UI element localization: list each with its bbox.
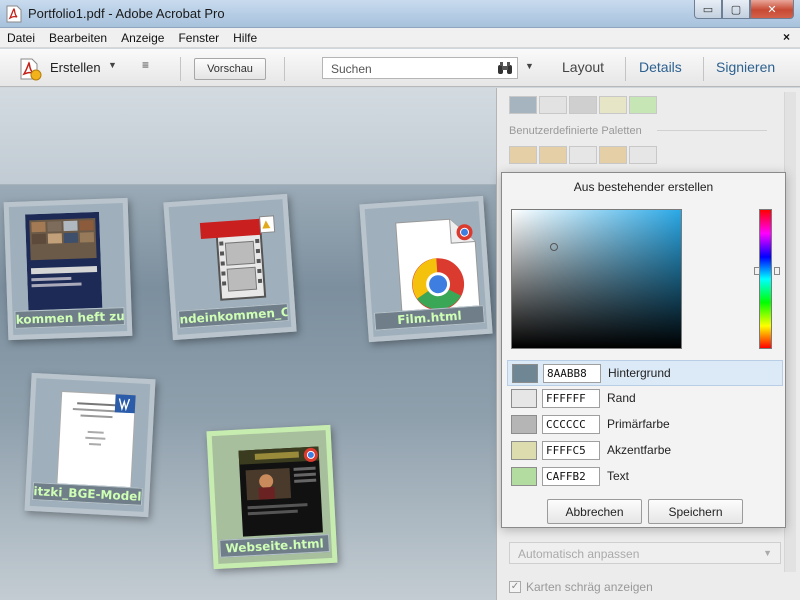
layout-fit-value: Automatisch anpassen <box>518 547 640 561</box>
color-swatch[interactable] <box>511 415 537 434</box>
video-clip-thumbnail <box>199 215 276 301</box>
divider <box>657 130 767 131</box>
portfolio-card-selected[interactable]: Webseite.html <box>206 424 338 570</box>
window-title: Portfolio1.pdf - Adobe Acrobat Pro <box>28 6 225 21</box>
color-row-hintergrund[interactable]: 8AABB8 Hintergrund <box>507 360 783 386</box>
color-swatch[interactable] <box>511 467 537 486</box>
palette-swatch[interactable] <box>539 96 567 114</box>
palette-swatch[interactable] <box>509 96 537 114</box>
portfolio-canvas[interactable]: kommen heft zun ndeinkommen_Clip.f Film.… <box>0 88 496 600</box>
card-label: ndeinkommen_Clip.f <box>177 303 289 329</box>
menu-hilfe[interactable]: Hilfe <box>226 31 264 45</box>
chevron-down-icon[interactable]: ▼ <box>108 60 117 70</box>
color-name: Text <box>607 469 630 483</box>
options-menu-icon[interactable]: ≡ <box>142 58 149 72</box>
color-swatch[interactable] <box>512 364 538 383</box>
maximize-icon: ▢ <box>730 3 742 16</box>
card-label: Film.html <box>373 305 485 331</box>
hue-slider[interactable] <box>759 209 772 349</box>
color-row-rand[interactable]: FFFFFF Rand <box>507 386 783 412</box>
search-placeholder: Suchen <box>331 62 372 76</box>
search-options-chevron-icon[interactable]: ▼ <box>525 61 534 71</box>
color-row-primärfarbe[interactable]: CCCCCC Primärfarbe <box>507 412 783 438</box>
color-swatch[interactable] <box>511 389 537 408</box>
hex-input[interactable]: CCCCCC <box>542 415 600 434</box>
menu-datei[interactable]: Datei <box>0 31 42 45</box>
color-name: Rand <box>607 391 636 405</box>
menu-anzeige[interactable]: Anzeige <box>114 31 171 45</box>
toolbar-divider <box>180 57 181 81</box>
card-label: Webseite.html <box>219 534 330 558</box>
palette-swatch[interactable] <box>629 146 657 164</box>
custom-palettes-heading: Benutzerdefinierte Paletten <box>509 125 642 137</box>
minimize-button[interactable]: ▭ <box>694 0 722 19</box>
saturation-brightness-picker[interactable] <box>511 209 682 349</box>
acrobat-pdf-icon[interactable] <box>6 5 22 23</box>
palette-swatch[interactable] <box>539 146 567 164</box>
toolbar-divider <box>284 57 285 81</box>
dialog-title: Aus bestehender erstellen <box>573 180 714 194</box>
palette-swatch[interactable] <box>629 96 657 114</box>
portfolio-card[interactable]: itzki_BGE-Modell- <box>24 372 156 518</box>
hex-input[interactable]: 8AABB8 <box>543 364 601 383</box>
website-thumbnail <box>238 446 323 537</box>
minimize-icon: ▭ <box>702 3 714 16</box>
search-input[interactable]: Suchen <box>322 57 518 79</box>
portfolio-card[interactable]: ndeinkommen_Clip.f <box>163 193 297 341</box>
hue-handle-right[interactable] <box>774 267 780 275</box>
tab-layout[interactable]: Layout <box>562 59 604 75</box>
picker-handle[interactable] <box>550 243 558 251</box>
palette-swatch[interactable] <box>569 146 597 164</box>
portfolio-card[interactable]: Film.html <box>359 195 493 343</box>
color-name: Hintergrund <box>608 366 671 380</box>
cancel-button[interactable]: Abbrechen <box>547 499 642 524</box>
layout-fit-select[interactable]: Automatisch anpassen ▼ <box>509 542 781 564</box>
color-row-text[interactable]: CAFFB2 Text <box>507 464 783 490</box>
create-button[interactable]: Erstellen <box>50 60 101 75</box>
chevron-down-icon: ▼ <box>763 548 772 558</box>
toolbar-divider <box>703 57 704 81</box>
palette-swatch[interactable] <box>599 96 627 114</box>
palette-swatch[interactable] <box>599 146 627 164</box>
toolbar: Erstellen ▼ ≡ Vorschau Suchen ▼ Layout D… <box>0 49 800 87</box>
hue-handle-left[interactable] <box>754 267 760 275</box>
color-row-akzentfarbe[interactable]: FFFFC5 Akzentfarbe <box>507 438 783 464</box>
tab-details[interactable]: Details <box>639 59 682 75</box>
save-button[interactable]: Speichern <box>648 499 743 524</box>
tilt-cards-label: Karten schräg anzeigen <box>526 580 653 594</box>
menu-bearbeiten[interactable]: Bearbeiten <box>42 31 114 45</box>
palette-swatch[interactable] <box>569 96 597 114</box>
close-document-button[interactable]: × <box>783 30 790 44</box>
close-window-button[interactable]: ✕ <box>750 0 794 19</box>
tilt-cards-checkbox[interactable]: ✓ <box>509 581 521 593</box>
color-swatch[interactable] <box>511 441 537 460</box>
maximize-button[interactable]: ▢ <box>722 0 750 19</box>
portfolio-card[interactable]: kommen heft zun <box>3 197 133 341</box>
card-label: kommen heft zun <box>14 307 125 329</box>
hex-input[interactable]: CAFFB2 <box>542 467 600 486</box>
hex-input[interactable]: FFFFC5 <box>542 441 600 460</box>
canvas-header-area <box>0 88 496 185</box>
color-palette-dialog: Aus bestehender erstellen 8AABB8 Hintergr… <box>501 172 786 528</box>
color-name: Akzentfarbe <box>607 443 672 457</box>
menu-bar: Datei Bearbeiten Anzeige Fenster Hilfe × <box>0 28 800 48</box>
color-name: Primärfarbe <box>607 417 670 431</box>
hex-input[interactable]: FFFFFF <box>542 389 600 408</box>
preview-button[interactable]: Vorschau <box>194 58 266 80</box>
menu-fenster[interactable]: Fenster <box>171 31 226 45</box>
word-document-thumbnail <box>56 390 137 496</box>
binoculars-icon[interactable] <box>497 61 513 75</box>
tab-signieren[interactable]: Signieren <box>716 59 775 75</box>
close-icon: ✕ <box>767 3 777 16</box>
toolbar-divider <box>625 57 626 81</box>
tilt-cards-option[interactable]: ✓ Karten schräg anzeigen <box>509 580 653 594</box>
title-bar: Portfolio1.pdf - Adobe Acrobat Pro ▭ ▢ ✕ <box>0 0 800 28</box>
palette-swatch[interactable] <box>509 146 537 164</box>
create-pdf-icon[interactable] <box>18 57 42 81</box>
